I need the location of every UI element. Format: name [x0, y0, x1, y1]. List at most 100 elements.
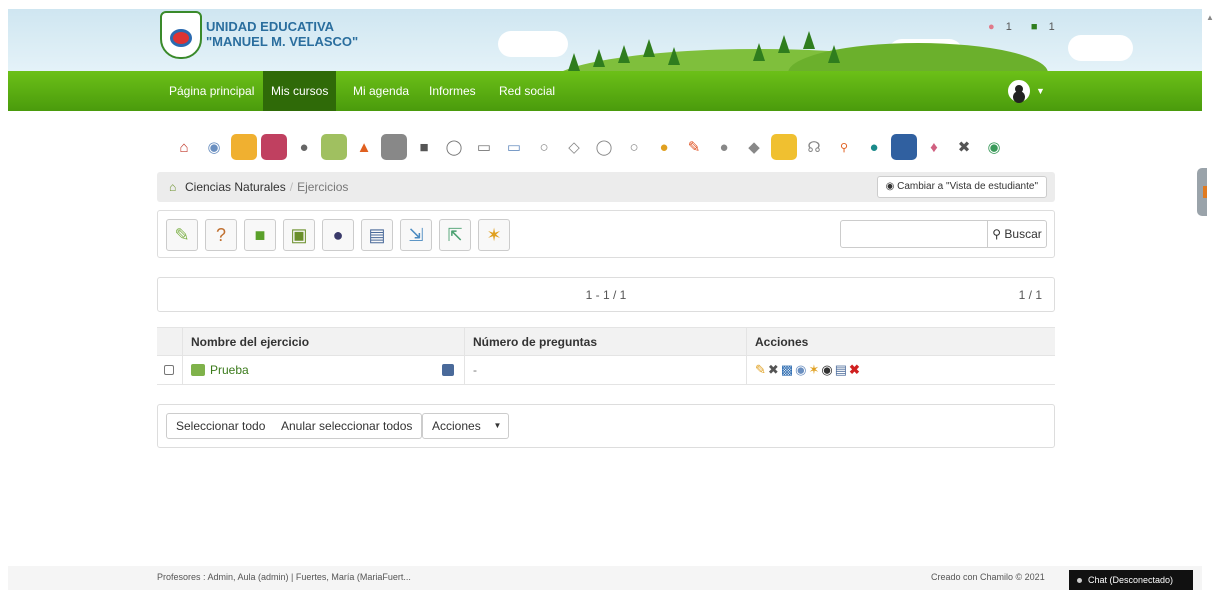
column-header-actions: Acciones [746, 328, 1055, 355]
chevron-down-icon[interactable]: ▼ [487, 413, 509, 439]
course-description-icon[interactable]: ◉ [201, 134, 227, 160]
search-input[interactable] [840, 220, 988, 248]
users-count: 1 [1005, 21, 1012, 33]
notebook-icon[interactable]: ◆ [741, 134, 767, 160]
export-icon[interactable]: ▤ [835, 362, 847, 378]
export-exercise-icon[interactable] [442, 364, 454, 376]
unselect-all-button[interactable]: Anular seleccionar todos [272, 413, 423, 439]
groups-icon[interactable]: ○ [531, 134, 557, 160]
new-test-icon[interactable]: ✎ [166, 219, 198, 251]
announcements-icon[interactable]: ▲ [351, 134, 377, 160]
student-view-label: Cambiar a "Vista de estudiante" [897, 181, 1038, 192]
maintenance-icon[interactable] [891, 134, 917, 160]
notes-icon[interactable] [771, 134, 797, 160]
tree-decoration [568, 53, 580, 71]
qti-import-icon[interactable]: ⇱ [439, 219, 471, 251]
messages-count: 1 [1048, 21, 1055, 33]
nav-my-courses[interactable]: Mis cursos [263, 71, 337, 111]
folder-icon[interactable]: ■ [244, 219, 276, 251]
search-icon[interactable]: ⚲ [831, 134, 857, 160]
header-banner: UNIDAD EDUCATIVA "MANUEL M. VELASCO" ● 1… [8, 9, 1202, 71]
table-header: Nombre del ejercicio Número de preguntas… [157, 327, 1055, 355]
glossary-icon[interactable]: ▭ [471, 134, 497, 160]
tree-decoration [828, 45, 840, 63]
import-excel-icon[interactable]: ▤ [361, 219, 393, 251]
school-name-line1: UNIDAD EDUCATIVA [206, 19, 335, 34]
chat-icon[interactable]: ● [651, 134, 677, 160]
tools-icon[interactable]: ✖ [951, 134, 977, 160]
exercise-name-cell: Prueba [182, 356, 464, 384]
chat-status-button[interactable]: Chat (Desconectado) [1069, 570, 1193, 590]
nav-reports[interactable]: Informes [421, 71, 484, 111]
nav-agenda[interactable]: Mi agenda [345, 71, 417, 111]
dropbox-icon[interactable]: ◇ [561, 134, 587, 160]
assessments-icon[interactable] [381, 134, 407, 160]
exercises-table: Nombre del ejercicio Número de preguntas… [157, 327, 1055, 385]
nav-home[interactable]: Página principal [161, 71, 262, 111]
school-logo[interactable] [160, 11, 202, 59]
calendar-icon[interactable]: ▭ [501, 134, 527, 160]
edit-icon[interactable]: ✎ [755, 362, 766, 378]
chevron-down-icon[interactable]: ▼ [1036, 86, 1045, 96]
column-header-questions[interactable]: Número de preguntas [464, 328, 746, 355]
row-checkbox[interactable] [164, 365, 174, 375]
users-icon[interactable]: ◯ [591, 134, 617, 160]
side-panel-tab[interactable] [1197, 168, 1207, 216]
settings-icon[interactable]: ♦ [921, 134, 947, 160]
nav-social-network[interactable]: Red social [491, 71, 563, 111]
student-view-button[interactable]: ◉ Cambiar a "Vista de estudiante" [876, 176, 1047, 198]
add-icon[interactable]: ◉ [981, 134, 1007, 160]
magnifier-icon: ⚲ [992, 227, 1002, 241]
questions-count-cell: - [464, 356, 746, 384]
links-icon[interactable]: ● [291, 134, 317, 160]
edit-icon[interactable]: ✎ [681, 134, 707, 160]
learning-path-icon[interactable] [261, 134, 287, 160]
actions-cell: ✎ ✖ ▩ ◉ ✶ ◉ ▤ ✖ [746, 356, 1055, 384]
delete-icon[interactable]: ✖ [849, 362, 860, 378]
scroll-up-arrow-icon[interactable]: ▲ [1206, 13, 1214, 22]
blog-icon[interactable]: ● [861, 134, 887, 160]
home-icon[interactable]: ⌂ [169, 180, 176, 194]
status-dot-icon [1077, 578, 1082, 584]
pagination-pages: 1 / 1 [1018, 288, 1042, 302]
copy-icon[interactable]: ◉ [795, 362, 806, 378]
tree-decoration [778, 35, 790, 53]
row-actions: ✎ ✖ ▩ ◉ ✶ ◉ ▤ ✖ [755, 362, 860, 378]
clean-icon[interactable]: ✶ [808, 362, 819, 378]
tree-decoration [643, 39, 655, 57]
question-pool-icon[interactable]: ? [205, 219, 237, 251]
message-icon: ■ [1030, 21, 1038, 33]
tools-icon[interactable]: ✖ [768, 362, 779, 378]
attendance-icon[interactable]: ◯ [441, 134, 467, 160]
notification-badges: ● 1 ■ 1 [988, 21, 1071, 33]
messages-badge[interactable]: ■ 1 [1031, 21, 1063, 33]
tests-icon[interactable] [321, 134, 347, 160]
user-avatar-icon[interactable] [1008, 80, 1030, 102]
results-icon[interactable]: ▩ [781, 362, 793, 378]
column-header-name[interactable]: Nombre del ejercicio [182, 328, 464, 355]
documents-icon[interactable] [231, 134, 257, 160]
footer-teachers: Profesores : Admin, Aula (admin) | Fuert… [157, 572, 411, 582]
breadcrumb-course-link[interactable]: Ciencias Naturales [185, 180, 286, 194]
export-icon[interactable]: ⇲ [400, 219, 432, 251]
home-icon[interactable]: ⌂ [171, 134, 197, 160]
surveys-icon[interactable]: ● [711, 134, 737, 160]
search-button[interactable]: ⚲ Buscar [987, 220, 1047, 248]
actions-dropdown-button[interactable]: Acciones [422, 413, 491, 439]
visibility-icon[interactable]: ◉ [821, 362, 832, 378]
action-buttons: ✎ ? ■ ▣ ● ▤ ⇲ ⇱ ✶ [166, 219, 510, 251]
clean-results-icon[interactable]: ✶ [478, 219, 510, 251]
hot-potatoes-icon[interactable]: ▣ [283, 219, 315, 251]
shield-icon [170, 29, 192, 47]
exercise-link[interactable]: Prueba [210, 363, 249, 377]
forums-icon[interactable]: ■ [411, 134, 437, 160]
wiki-icon[interactable]: ○ [621, 134, 647, 160]
tracking-icon[interactable]: ☊ [801, 134, 827, 160]
tree-decoration [753, 43, 765, 61]
aiken-icon[interactable]: ● [322, 219, 354, 251]
users-online-badge[interactable]: ● 1 [988, 21, 1020, 33]
exercise-actions-toolbar: ✎ ? ■ ▣ ● ▤ ⇲ ⇱ ✶ ⚲ Buscar [157, 210, 1055, 258]
footer-credits[interactable]: Creado con Chamilo © 2021 [931, 572, 1045, 582]
hill-decoration [788, 43, 1048, 71]
select-all-button[interactable]: Seleccionar todo [166, 413, 276, 439]
